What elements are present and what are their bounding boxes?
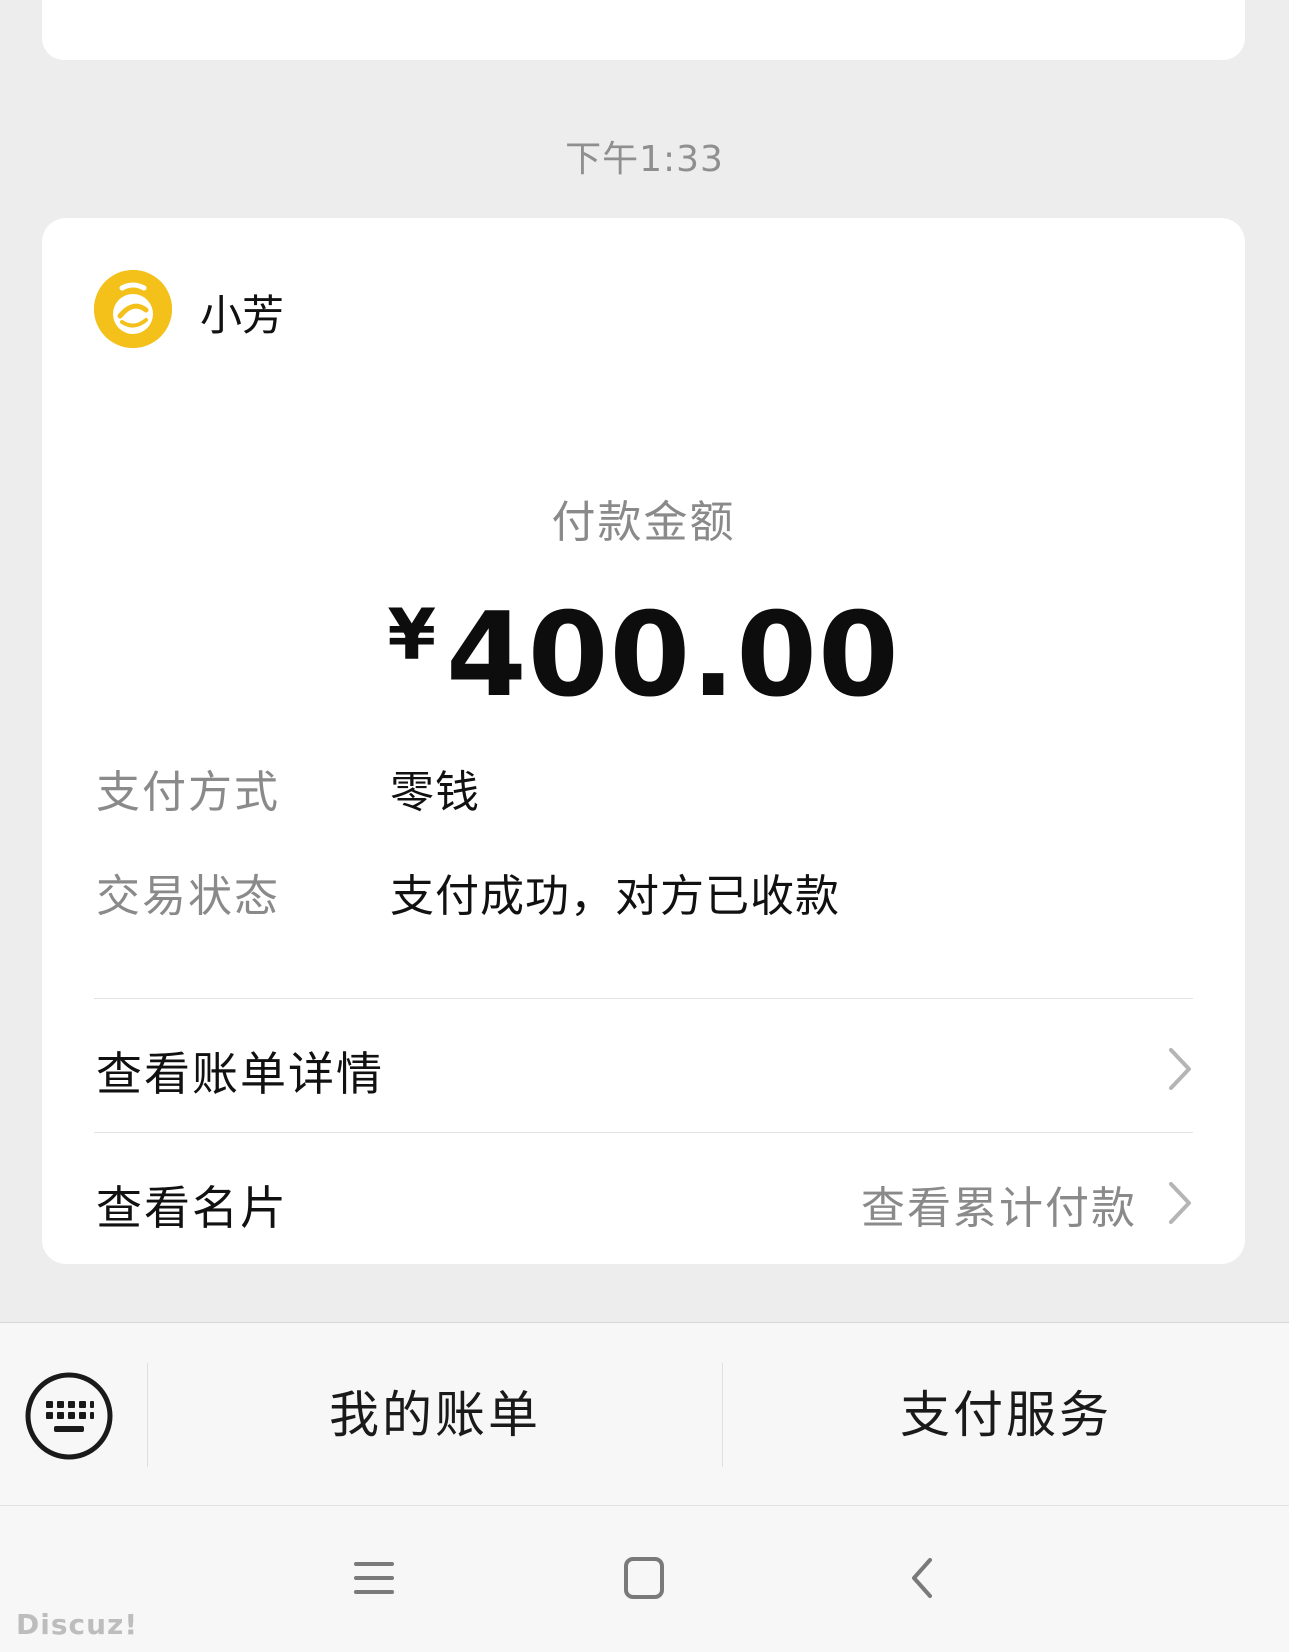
view-card-link[interactable]: 查看名片 查看累计付款: [94, 1152, 1193, 1262]
amount-label: 付款金额: [551, 497, 736, 548]
view-bill-detail-link[interactable]: 查看账单详情: [94, 1018, 1193, 1128]
home-icon[interactable]: [622, 1556, 666, 1600]
back-icon[interactable]: [902, 1556, 946, 1600]
merchant-logo-icon: [94, 270, 172, 348]
watermark: Discuz!: [16, 1608, 139, 1641]
previous-message-card: [42, 0, 1245, 60]
bottom-menu-bar: 我的账单 支付服务: [0, 1322, 1289, 1505]
currency-symbol: ¥: [387, 594, 437, 676]
merchant-name: 小芳: [200, 291, 285, 340]
divider: [94, 1132, 1193, 1133]
amount-value: 400.00: [446, 588, 900, 723]
transaction-status-label: 交易状态: [96, 871, 280, 922]
view-bill-detail-label: 查看账单详情: [96, 1047, 384, 1101]
divider: [94, 998, 1193, 999]
transaction-status-value: 支付成功，对方已收款: [390, 871, 840, 922]
view-cumulative-payment-label: 查看累计付款: [861, 1183, 1137, 1234]
payment-method-row: 支付方式 零钱: [96, 756, 480, 820]
chevron-right-icon: [1169, 1182, 1191, 1224]
system-navigation-bar: [0, 1505, 1289, 1652]
payment-amount: ¥400.00: [42, 588, 1245, 723]
my-bill-button[interactable]: 我的账单: [148, 1375, 722, 1455]
payment-method-value: 零钱: [390, 767, 480, 818]
view-card-label: 查看名片: [96, 1181, 288, 1235]
transaction-status-row: 交易状态 支付成功，对方已收款: [96, 860, 840, 924]
menu-icon[interactable]: [352, 1556, 396, 1600]
message-timestamp: 下午1:33: [565, 139, 724, 180]
keyboard-icon[interactable]: [24, 1371, 114, 1461]
payment-card: 小芳 付款金额 ¥400.00 支付方式 零钱 交易状态 支付成功，对方已收款 查看…: [42, 218, 1245, 1264]
payment-method-label: 支付方式: [96, 767, 280, 818]
chevron-right-icon: [1169, 1048, 1191, 1090]
pay-service-button[interactable]: 支付服务: [723, 1375, 1289, 1455]
